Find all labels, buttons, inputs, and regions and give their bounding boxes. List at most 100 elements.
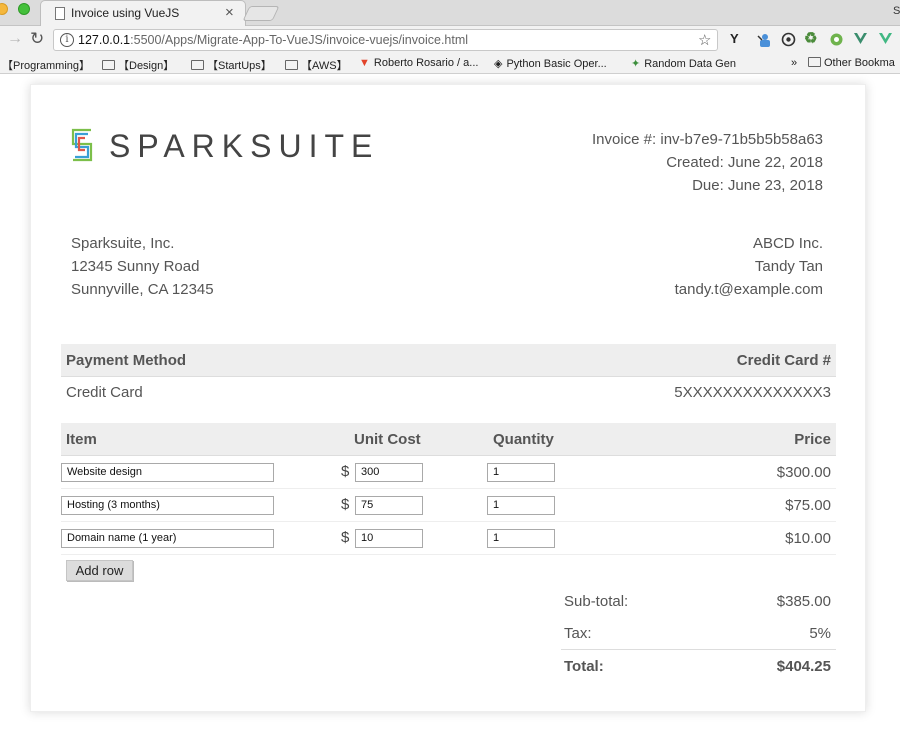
tab-title: Invoice using VueJS <box>71 6 180 20</box>
folder-icon <box>102 60 115 70</box>
bookmark-label: 【Design】 <box>118 60 175 72</box>
url-text[interactable]: 127.0.0.1:5500/Apps/Migrate-App-To-VueJS… <box>78 33 468 47</box>
item-description-input[interactable]: Domain name (1 year) <box>61 529 274 548</box>
total-value: $404.25 <box>776 658 831 675</box>
bookmark-star-icon[interactable]: ☆ <box>698 31 711 49</box>
subtotal-row: Sub-total: $385.00 <box>561 585 836 618</box>
quantity-input[interactable]: 1 <box>487 529 555 548</box>
client-address: ABCD Inc. Tandy Tan tandy.t@example.com <box>675 232 823 301</box>
price-heading: Price <box>794 431 831 448</box>
bookmark-aws[interactable]: 【AWS】 <box>285 57 348 73</box>
payment-heading-row: Payment Method Credit Card # <box>61 344 836 377</box>
window-minimize-button[interactable] <box>18 3 30 15</box>
client-name: Tandy Tan <box>754 258 823 275</box>
unit-cost-heading: Unit Cost <box>354 431 421 448</box>
line-price: $75.00 <box>785 497 831 514</box>
unit-cost-input[interactable]: 75 <box>355 496 423 515</box>
bookmark-design[interactable]: 【Design】 <box>102 57 174 73</box>
browser-tab[interactable]: Invoice using VueJS × <box>40 0 246 26</box>
document-icon <box>55 7 65 20</box>
diamond-icon: ◈ <box>494 58 503 70</box>
extension-person-icon[interactable] <box>756 32 772 48</box>
sender-street: 12345 Sunny Road <box>71 258 200 275</box>
sender-city: Sunnyville, CA 12345 <box>71 281 214 298</box>
client-email: tandy.t@example.com <box>674 281 823 298</box>
folder-icon <box>808 57 821 67</box>
tax-value: 5% <box>809 625 831 642</box>
forward-icon[interactable]: → <box>7 30 23 48</box>
bookmark-label: 【StartUps】 <box>207 60 272 72</box>
invoice-box: SPARKSUITE Invoice #: inv-b7e9-71b5b5b58… <box>30 84 866 712</box>
currency-symbol: $ <box>341 463 350 480</box>
credit-card-heading: Credit Card # <box>736 352 831 369</box>
tab-close-icon[interactable]: × <box>225 4 234 21</box>
address-bar[interactable]: i 127.0.0.1:5500/Apps/Migrate-App-To-Vue… <box>53 29 718 51</box>
bookmark-programming[interactable]: 【Programming】 <box>2 57 90 73</box>
extension-y-icon[interactable]: Y <box>730 31 739 46</box>
bookmark-gitlab[interactable]: ▼ Roberto Rosario / a... <box>359 57 478 69</box>
line-price: $300.00 <box>776 464 831 481</box>
invoice-created: Created: June 22, 2018 <box>666 154 823 171</box>
quantity-input[interactable]: 1 <box>487 496 555 515</box>
table-row: Website design $ 300 1 $300.00 <box>61 456 836 489</box>
bookmark-startups[interactable]: 【StartUps】 <box>191 57 272 73</box>
url-host: 127.0.0.1 <box>78 33 131 47</box>
bookmark-label: Other Bookma <box>824 57 895 69</box>
bookmark-label: Roberto Rosario / a... <box>373 57 479 69</box>
payment-method-value: Credit Card <box>66 384 143 401</box>
items-heading-row: Item Unit Cost Quantity Price <box>61 423 836 456</box>
folder-icon <box>285 60 298 70</box>
vue-devtools-icon[interactable] <box>854 33 867 45</box>
item-description-input[interactable]: Website design <box>61 463 274 482</box>
window-close-button[interactable] <box>0 3 8 15</box>
unit-cost-input[interactable]: 10 <box>355 529 423 548</box>
quantity-heading: Quantity <box>493 431 554 448</box>
sender-address: Sparksuite, Inc. 12345 Sunny Road Sunnyv… <box>71 232 214 301</box>
browser-toolbar: → ↻ i 127.0.0.1:5500/Apps/Migrate-App-To… <box>0 26 900 54</box>
payment-method-heading: Payment Method <box>66 352 187 369</box>
folder-icon <box>191 60 204 70</box>
company-logo-text: SPARKSUITE <box>109 128 380 164</box>
total-label: Total: <box>564 658 604 675</box>
client-company: ABCD Inc. <box>752 235 823 252</box>
invoice-number: Invoice #: inv-b7e9-71b5b5b58a63 <box>591 131 823 148</box>
info-icon[interactable]: i <box>60 33 74 47</box>
quantity-input[interactable]: 1 <box>487 463 555 482</box>
add-row-button[interactable]: Add row <box>66 560 133 581</box>
url-path: :5500/Apps/Migrate-App-To-VueJS/invoice-… <box>130 33 469 47</box>
extension-circle-icon[interactable] <box>781 32 796 47</box>
recycle-icon[interactable]: ♻ <box>804 29 817 47</box>
profile-initial[interactable]: S <box>893 5 900 17</box>
bookmarks-bar: 【Programming】 【Design】 【StartUps】 【AWS】 … <box>0 54 900 74</box>
currency-symbol: $ <box>341 496 350 513</box>
credit-card-value: 5XXXXXXXXXXXXXX3 <box>674 384 831 401</box>
table-row: Hosting (3 months) $ 75 1 $75.00 <box>61 489 836 522</box>
currency-symbol: $ <box>341 529 350 546</box>
vue-icon[interactable] <box>879 33 892 45</box>
tax-label: Tax: <box>564 625 592 642</box>
bookmarks-overflow-button[interactable]: » <box>791 57 797 69</box>
unit-cost-input[interactable]: 300 <box>355 463 423 482</box>
bookmark-other[interactable]: Other Bookma <box>808 57 895 69</box>
item-heading: Item <box>66 431 97 448</box>
subtotal-value: $385.00 <box>776 593 831 610</box>
line-price: $10.00 <box>785 530 831 547</box>
table-row: Domain name (1 year) $ 10 1 $10.00 <box>61 522 836 555</box>
bookmark-label: Random Data Gen <box>644 58 736 70</box>
payment-row: Credit Card 5XXXXXXXXXXXXXX3 <box>61 382 836 415</box>
tax-row: Tax: 5% <box>561 617 836 650</box>
new-tab-button[interactable] <box>242 6 280 21</box>
browser-tab-strip: Invoice using VueJS × S <box>0 0 900 26</box>
bookmark-random-data[interactable]: ✦ Random Data Gen <box>631 57 736 70</box>
leaf-icon: ✦ <box>631 58 641 70</box>
bookmark-label: 【AWS】 <box>301 60 348 72</box>
invoice-meta: Invoice #: inv-b7e9-71b5b5b58a63 Created… <box>592 128 823 197</box>
total-row: Total: $404.25 <box>561 649 836 682</box>
reload-icon[interactable]: ↻ <box>30 29 44 49</box>
extension-globe-icon[interactable] <box>829 32 844 47</box>
item-description-input[interactable]: Hosting (3 months) <box>61 496 274 515</box>
invoice-due: Due: June 23, 2018 <box>692 177 823 194</box>
bookmark-python[interactable]: ◈ Python Basic Oper... <box>494 57 607 70</box>
bookmark-label: Python Basic Oper... <box>506 58 607 70</box>
subtotal-label: Sub-total: <box>564 593 629 610</box>
